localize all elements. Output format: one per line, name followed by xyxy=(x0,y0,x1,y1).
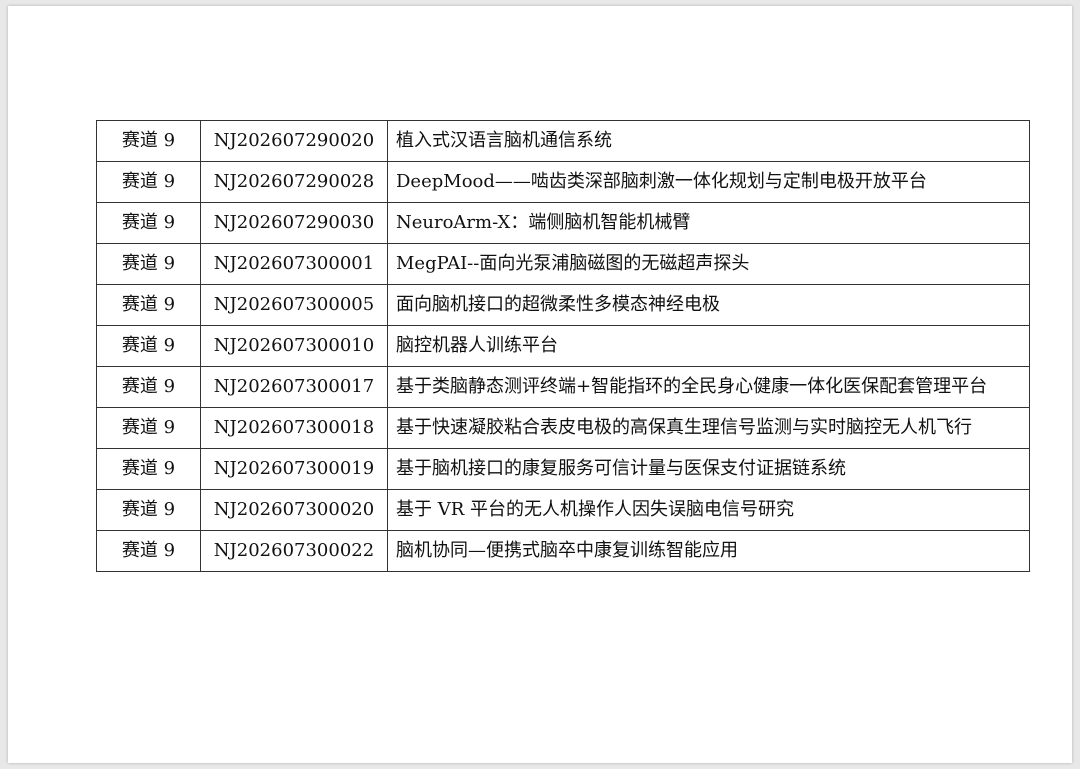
title-cell: 面向脑机接口的超微柔性多模态神经电极 xyxy=(387,284,1030,326)
track-cell: 赛道 9 xyxy=(96,489,201,531)
code-cell: NJ202607300005 xyxy=(200,284,388,326)
title-cell: 植入式汉语言脑机通信系统 xyxy=(387,120,1030,162)
table-row: 赛道 9 NJ202607300018 基于快速凝胶粘合表皮电极的高保真生理信号… xyxy=(96,407,1030,449)
title-cell: 基于快速凝胶粘合表皮电极的高保真生理信号监测与实时脑控无人机飞行 xyxy=(387,407,1030,449)
table-row: 赛道 9 NJ202607300022 脑机协同—便携式脑卒中康复训练智能应用 xyxy=(96,530,1030,572)
code-cell: NJ202607300022 xyxy=(200,530,388,572)
title-cell: NeuroArm-X：端侧脑机智能机械臂 xyxy=(387,202,1030,244)
track-cell: 赛道 9 xyxy=(96,325,201,367)
table-row: 赛道 9 NJ202607290028 DeepMood——啮齿类深部脑刺激一体… xyxy=(96,161,1030,203)
project-table: 赛道 9 NJ202607290020 植入式汉语言脑机通信系统 赛道 9 NJ… xyxy=(96,120,1030,572)
code-cell: NJ202607290030 xyxy=(200,202,388,244)
track-cell: 赛道 9 xyxy=(96,202,201,244)
code-cell: NJ202607300019 xyxy=(200,448,388,490)
table-row: 赛道 9 NJ202607290030 NeuroArm-X：端侧脑机智能机械臂 xyxy=(96,202,1030,244)
title-cell: 脑机协同—便携式脑卒中康复训练智能应用 xyxy=(387,530,1030,572)
code-cell: NJ202607290028 xyxy=(200,161,388,203)
code-cell: NJ202607300001 xyxy=(200,243,388,285)
project-table-body: 赛道 9 NJ202607290020 植入式汉语言脑机通信系统 赛道 9 NJ… xyxy=(96,120,1030,572)
track-cell: 赛道 9 xyxy=(96,530,201,572)
title-cell: 基于脑机接口的康复服务可信计量与医保支付证据链系统 xyxy=(387,448,1030,490)
document-page: 赛道 9 NJ202607290020 植入式汉语言脑机通信系统 赛道 9 NJ… xyxy=(8,6,1072,763)
title-cell: DeepMood——啮齿类深部脑刺激一体化规划与定制电极开放平台 xyxy=(387,161,1030,203)
table-row: 赛道 9 NJ202607300017 基于类脑静态测评终端+智能指环的全民身心… xyxy=(96,366,1030,408)
track-cell: 赛道 9 xyxy=(96,407,201,449)
table-row: 赛道 9 NJ202607300020 基于 VR 平台的无人机操作人因失误脑电… xyxy=(96,489,1030,531)
track-cell: 赛道 9 xyxy=(96,366,201,408)
title-cell: 基于 VR 平台的无人机操作人因失误脑电信号研究 xyxy=(387,489,1030,531)
code-cell: NJ202607290020 xyxy=(200,120,388,162)
track-cell: 赛道 9 xyxy=(96,120,201,162)
table-row: 赛道 9 NJ202607300019 基于脑机接口的康复服务可信计量与医保支付… xyxy=(96,448,1030,490)
table-row: 赛道 9 NJ202607300010 脑控机器人训练平台 xyxy=(96,325,1030,367)
code-cell: NJ202607300010 xyxy=(200,325,388,367)
table-row: 赛道 9 NJ202607300001 MegPAI--面向光泵浦脑磁图的无磁超… xyxy=(96,243,1030,285)
code-cell: NJ202607300017 xyxy=(200,366,388,408)
code-cell: NJ202607300018 xyxy=(200,407,388,449)
track-cell: 赛道 9 xyxy=(96,284,201,326)
title-cell: MegPAI--面向光泵浦脑磁图的无磁超声探头 xyxy=(387,243,1030,285)
track-cell: 赛道 9 xyxy=(96,448,201,490)
track-cell: 赛道 9 xyxy=(96,161,201,203)
table-row: 赛道 9 NJ202607290020 植入式汉语言脑机通信系统 xyxy=(96,120,1030,162)
code-cell: NJ202607300020 xyxy=(200,489,388,531)
title-cell: 基于类脑静态测评终端+智能指环的全民身心健康一体化医保配套管理平台 xyxy=(387,366,1030,408)
title-cell: 脑控机器人训练平台 xyxy=(387,325,1030,367)
table-row: 赛道 9 NJ202607300005 面向脑机接口的超微柔性多模态神经电极 xyxy=(96,284,1030,326)
track-cell: 赛道 9 xyxy=(96,243,201,285)
